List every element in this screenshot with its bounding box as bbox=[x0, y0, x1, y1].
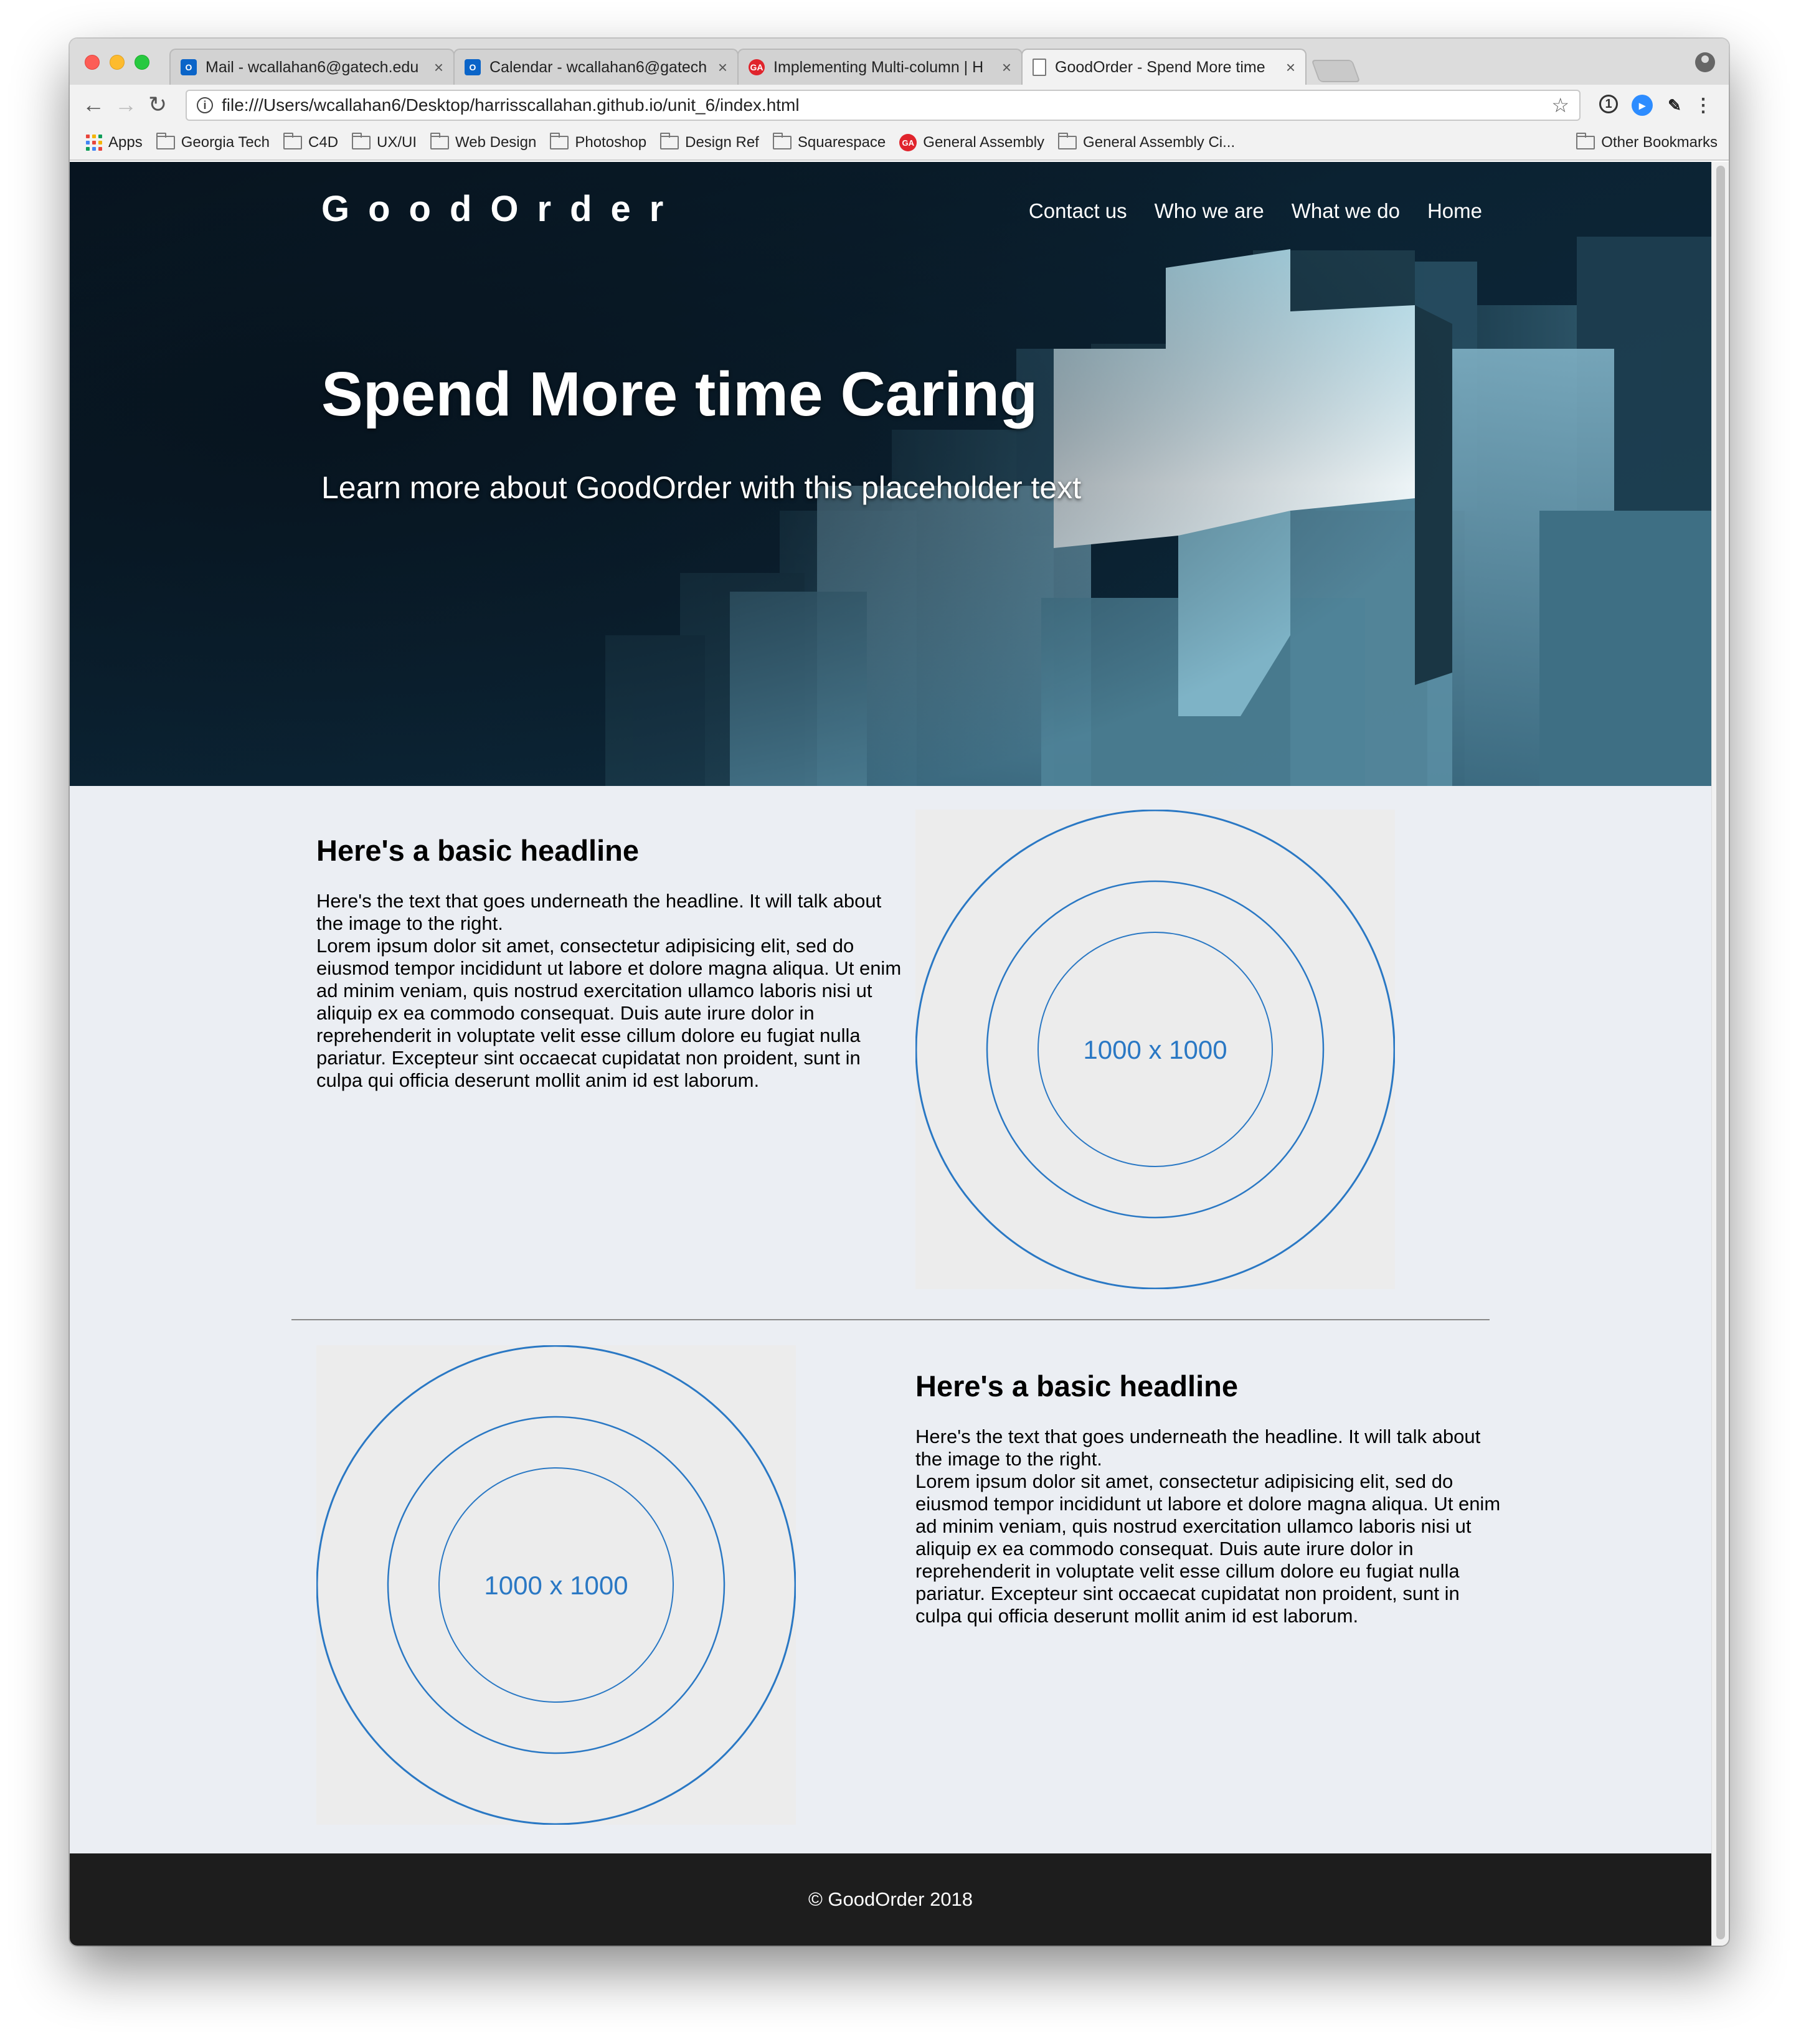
scrollbar-thumb[interactable] bbox=[1716, 166, 1725, 1939]
folder-icon bbox=[550, 133, 569, 149]
bookmark-star-icon[interactable]: ☆ bbox=[1551, 93, 1569, 117]
forward-arrow-icon[interactable]: → bbox=[115, 92, 137, 117]
feature-section-1-text: Here's a basic headline Here's the text … bbox=[316, 833, 908, 1092]
close-icon[interactable]: × bbox=[1286, 58, 1295, 77]
image-size-label: 1000 x 1000 bbox=[484, 1571, 628, 1600]
bookmark-label: Apps bbox=[108, 134, 143, 151]
bookmark-label: Web Design bbox=[455, 134, 537, 151]
info-icon[interactable]: i bbox=[197, 97, 213, 113]
address-bar[interactable]: i file:///Users/wcallahan6/Desktop/harri… bbox=[186, 90, 1581, 121]
folder-icon bbox=[430, 133, 450, 149]
tab-goodorder[interactable]: GoodOrder - Spend More time × bbox=[1021, 49, 1307, 85]
new-tab-button[interactable] bbox=[1311, 60, 1361, 82]
hero-banner: GoodOrder Contact us Who we are What we … bbox=[70, 162, 1711, 786]
bookmark-georgia-tech[interactable]: Georgia Tech bbox=[156, 133, 270, 151]
section-headline: Here's a basic headline bbox=[915, 1370, 1238, 1403]
folder-icon bbox=[352, 133, 371, 149]
tab-calendar[interactable]: O Calendar - wcallahan6@gatech × bbox=[453, 49, 739, 85]
bookmarks-bar: Apps Georgia Tech C4D UX/UI Web Design P… bbox=[70, 126, 1729, 161]
section-body: Lorem ipsum dolor sit amet, consectetur … bbox=[316, 935, 902, 1091]
back-arrow-icon[interactable]: ← bbox=[82, 92, 105, 117]
tab-title: Calendar - wcallahan6@gatech bbox=[489, 58, 707, 76]
outlook-icon: O bbox=[181, 59, 197, 75]
page-icon bbox=[1033, 59, 1046, 76]
hero-title: Spend More time Caring bbox=[321, 359, 1038, 429]
bookmark-other[interactable]: Other Bookmarks bbox=[1576, 133, 1718, 151]
site-nav: Contact us Who we are What we do Home bbox=[1029, 199, 1482, 223]
bookmark-label: UX/UI bbox=[377, 134, 417, 151]
hero-subtitle: Learn more about GoodOrder with this pla… bbox=[321, 470, 1082, 505]
bookmark-c4d[interactable]: C4D bbox=[283, 133, 339, 151]
onepassword-extension-icon[interactable]: 1 bbox=[1599, 95, 1618, 113]
section-divider bbox=[291, 1319, 1490, 1320]
bookmark-ux-ui[interactable]: UX/UI bbox=[352, 133, 417, 151]
feature-section-2-text: Here's a basic headline Here's the text … bbox=[915, 1369, 1507, 1627]
browser-window: O Mail - wcallahan6@gatech.edu × O Calen… bbox=[70, 39, 1729, 1946]
tab-title: Implementing Multi-column | H bbox=[773, 58, 984, 76]
eyedropper-extension-icon[interactable]: ✎ bbox=[1664, 95, 1685, 116]
bookmark-label: Design Ref bbox=[685, 134, 759, 151]
nav-what-we-do[interactable]: What we do bbox=[1292, 199, 1400, 223]
menu-dots-icon[interactable]: ⋮ bbox=[1693, 95, 1714, 116]
reload-icon[interactable]: ↻ bbox=[148, 92, 167, 117]
section-headline: Here's a basic headline bbox=[316, 834, 639, 867]
site-logo[interactable]: GoodOrder bbox=[321, 188, 682, 230]
section-body: Lorem ipsum dolor sit amet, consectetur … bbox=[915, 1470, 1501, 1627]
section-intro: Here's the text that goes underneath the… bbox=[915, 1426, 1481, 1470]
folder-icon bbox=[660, 133, 679, 149]
folder-icon bbox=[772, 133, 792, 149]
tab-title: Mail - wcallahan6@gatech.edu bbox=[206, 58, 419, 76]
zoom-extension-icon[interactable]: ▸ bbox=[1632, 95, 1653, 116]
folder-icon bbox=[156, 133, 175, 149]
bookmark-label: General Assembly Ci... bbox=[1083, 134, 1236, 151]
ga-icon: GA bbox=[899, 134, 917, 151]
bookmark-label: C4D bbox=[308, 134, 339, 151]
url-text[interactable]: file:///Users/wcallahan6/Desktop/harriss… bbox=[222, 95, 1543, 115]
folder-icon bbox=[1058, 133, 1077, 149]
tab-multi-column[interactable]: GA Implementing Multi-column | H × bbox=[737, 49, 1023, 85]
bookmark-design-ref[interactable]: Design Ref bbox=[660, 133, 759, 151]
bookmark-web-design[interactable]: Web Design bbox=[430, 133, 537, 151]
nav-home[interactable]: Home bbox=[1427, 199, 1482, 223]
folder-icon bbox=[1576, 133, 1595, 149]
bookmark-label: Other Bookmarks bbox=[1601, 134, 1718, 151]
ga-icon: GA bbox=[749, 59, 765, 75]
bookmark-photoshop[interactable]: Photoshop bbox=[550, 133, 647, 151]
placeholder-image-2: 1000 x 1000 bbox=[316, 1345, 796, 1825]
nav-who-we-are[interactable]: Who we are bbox=[1155, 199, 1264, 223]
scrollbar[interactable] bbox=[1711, 162, 1729, 1946]
close-icon[interactable]: × bbox=[434, 58, 443, 77]
zoom-window-button[interactable] bbox=[135, 55, 149, 70]
placeholder-image-1: 1000 x 1000 bbox=[915, 809, 1396, 1290]
concentric-circles-graphic: 1000 x 1000 bbox=[316, 1345, 796, 1825]
tab-mail[interactable]: O Mail - wcallahan6@gatech.edu × bbox=[169, 49, 455, 85]
bookmark-apps[interactable]: Apps bbox=[86, 134, 143, 151]
outlook-icon: O bbox=[465, 59, 481, 75]
profile-icon[interactable] bbox=[1695, 52, 1715, 72]
site-footer: © GoodOrder 2018 bbox=[70, 1853, 1711, 1946]
bookmark-general-assembly[interactable]: GA General Assembly bbox=[899, 134, 1044, 151]
bookmark-squarespace[interactable]: Squarespace bbox=[772, 133, 886, 151]
close-window-button[interactable] bbox=[85, 55, 100, 70]
minimize-window-button[interactable] bbox=[110, 55, 125, 70]
bookmark-label: General Assembly bbox=[923, 134, 1045, 151]
image-size-label: 1000 x 1000 bbox=[1083, 1035, 1227, 1064]
bookmark-label: Photoshop bbox=[575, 134, 647, 151]
folder-icon bbox=[283, 133, 303, 149]
copyright-text: © GoodOrder 2018 bbox=[808, 1888, 973, 1910]
close-icon[interactable]: × bbox=[1002, 58, 1011, 77]
close-icon[interactable]: × bbox=[718, 58, 727, 77]
nav-contact-us[interactable]: Contact us bbox=[1029, 199, 1127, 223]
page-viewport: GoodOrder Contact us Who we are What we … bbox=[70, 162, 1711, 1946]
bookmark-label: Squarespace bbox=[797, 134, 886, 151]
browser-toolbar: ← → ↻ i file:///Users/wcallahan6/Desktop… bbox=[70, 85, 1729, 126]
tab-strip: O Mail - wcallahan6@gatech.edu × O Calen… bbox=[70, 39, 1729, 85]
bookmark-label: Georgia Tech bbox=[181, 134, 270, 151]
section-intro: Here's the text that goes underneath the… bbox=[316, 890, 882, 934]
concentric-circles-graphic: 1000 x 1000 bbox=[915, 809, 1396, 1290]
apps-grid-icon bbox=[86, 135, 102, 151]
tab-title: GoodOrder - Spend More time bbox=[1055, 58, 1265, 76]
bookmark-general-assembly-ci[interactable]: General Assembly Ci... bbox=[1058, 133, 1236, 151]
